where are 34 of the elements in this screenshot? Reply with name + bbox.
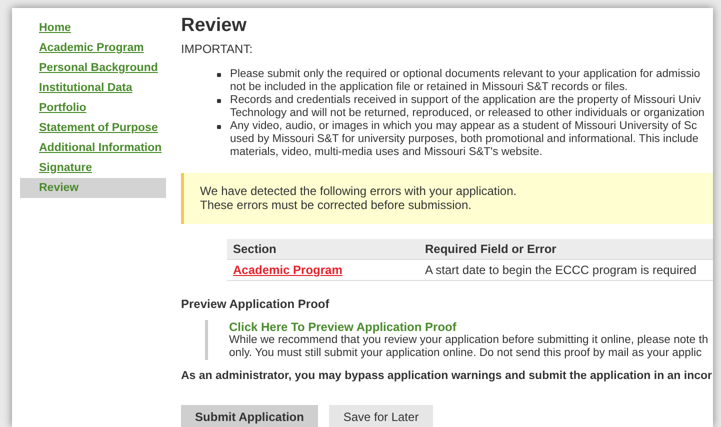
notice-text: Records and credentials received in support of the application are the property of Missouri Univ — [230, 94, 701, 107]
section-link[interactable]: Academic Program — [233, 263, 342, 277]
preview-text: only. You must still submit your application online. Do not send this proof by mail as your applic — [229, 347, 702, 360]
sidebar-item[interactable]: Academic Program — [20, 38, 166, 58]
notice-text: Technology and will not be returned, reproduced, or released to other individuals or organization — [230, 107, 705, 120]
sidebar-item[interactable]: Statement of Purpose — [20, 118, 166, 138]
bullet-icon — [217, 99, 221, 103]
save-button[interactable]: Save for Later — [329, 405, 433, 427]
preview-text: While we recommend that you review your application before submitting it online, please note th — [229, 334, 708, 347]
sidebar-item[interactable]: Additional Information — [20, 138, 166, 158]
admin-note: As an administrator, you may bypass application warnings and submit the application in an incor — [181, 370, 712, 382]
alert-text: We have detected the following errors with your application. — [200, 184, 517, 198]
page-title: Review — [181, 14, 248, 38]
bullet-icon — [217, 73, 221, 77]
table-cell: A start date to begin the ECCC program is required — [419, 260, 713, 280]
notice-text: used by Missouri S&T for university purposes, both promotional and informational. This include — [230, 133, 698, 146]
sidebar-item[interactable]: Home — [20, 18, 166, 38]
sidebar-item[interactable]: Review — [20, 178, 166, 198]
alert-text: These errors must be corrected before submission. — [200, 198, 472, 212]
notice-text: Any video, audio, or images in which you may appear as a student of Missouri University of Sc — [230, 120, 697, 133]
sidebar-item[interactable]: Institutional Data — [20, 78, 166, 98]
sidebar-item[interactable]: Portfolio — [20, 98, 166, 118]
notice-text: Please submit only the required or optional documents relevant to your application for admissio — [230, 68, 700, 81]
column-header: Section — [227, 239, 419, 260]
sidebar-item[interactable]: Signature — [20, 158, 166, 178]
sidebar-item[interactable]: Personal Background — [20, 58, 166, 78]
notice-text: materials, video, multi-media uses and Missouri S&T's website. — [230, 146, 542, 159]
notice-text: not be included in the application file or retained in Missouri S&T records or files. — [230, 81, 628, 94]
column-header: Required Field or Error — [419, 239, 713, 260]
preview-link[interactable]: Click Here To Preview Application Proof — [229, 320, 456, 334]
section-heading: Preview Application Proof — [181, 297, 330, 311]
bullet-icon — [217, 125, 221, 129]
important-label: IMPORTANT: — [181, 42, 254, 58]
submit-button[interactable]: Submit Application — [181, 405, 318, 427]
